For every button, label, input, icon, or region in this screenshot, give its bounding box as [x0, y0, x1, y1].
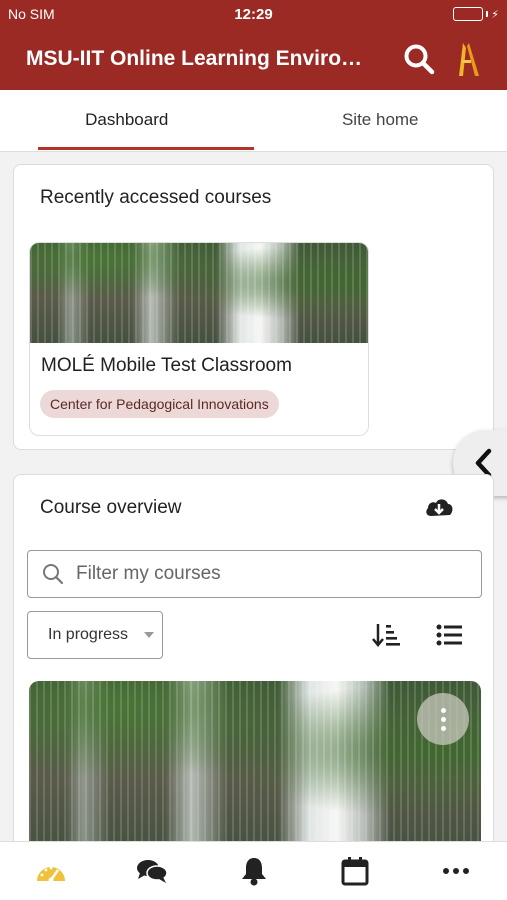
course-overview-card-image[interactable] — [29, 681, 481, 855]
cloud-download-icon[interactable] — [424, 495, 454, 519]
status-filter-select[interactable]: In progress — [27, 611, 163, 659]
course-filter-field[interactable] — [27, 550, 482, 598]
app-title: MSU-IIT Online Learning Environ... — [26, 47, 371, 70]
status-filter-value: In progress — [48, 626, 129, 643]
calendar-icon — [341, 857, 369, 886]
recent-courses-title: Recently accessed courses — [40, 187, 272, 208]
logo-icon[interactable] — [453, 40, 481, 78]
magnifier-icon — [43, 564, 64, 585]
clock: 12:29 — [234, 5, 273, 23]
chat-icon — [137, 860, 168, 883]
status-bar: No SIM 12:29 ⚡ — [0, 0, 507, 28]
course-image — [30, 243, 368, 343]
nav-more[interactable] — [406, 842, 507, 900]
nav-calendar[interactable] — [304, 842, 405, 900]
course-category-badge: Center for Pedagogical Innovations — [40, 390, 279, 418]
more-horizontal-icon — [443, 868, 470, 874]
search-icon[interactable] — [402, 42, 436, 76]
recent-courses-card: Recently accessed courses MOLÉ Mobile Te… — [13, 164, 494, 450]
tab-bar: Dashboard Site home — [0, 90, 507, 152]
course-card[interactable]: MOLÉ Mobile Test Classroom Center for Pe… — [29, 242, 369, 436]
app-bar: MSU-IIT Online Learning Environ... — [0, 28, 507, 90]
more-vertical-icon[interactable] — [417, 693, 469, 745]
list-icon[interactable] — [436, 624, 462, 646]
nav-messages[interactable] — [101, 842, 202, 900]
sort-icon[interactable] — [372, 622, 400, 648]
dashboard-icon — [36, 866, 65, 883]
course-overview-title: Course overview — [40, 497, 182, 518]
tab-dashboard[interactable]: Dashboard — [0, 90, 254, 151]
bottom-nav — [0, 841, 507, 900]
caret-down-icon — [144, 632, 154, 638]
course-filter-input[interactable] — [76, 563, 456, 585]
nav-notifications[interactable] — [203, 842, 304, 900]
course-name: MOLÉ Mobile Test Classroom — [41, 355, 292, 376]
nav-dashboard[interactable] — [0, 842, 101, 900]
bell-icon — [241, 858, 266, 886]
course-overview-card: Course overview In progress — [13, 474, 494, 855]
tab-site-home[interactable]: Site home — [254, 90, 507, 151]
